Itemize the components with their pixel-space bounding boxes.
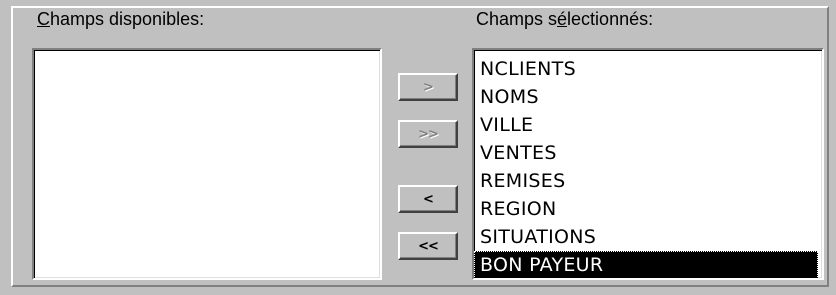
remove-field-button[interactable]: <	[398, 185, 458, 213]
selected-field-item[interactable]: NCLIENTS	[474, 55, 822, 83]
selected-field-item[interactable]: NOMS	[474, 83, 822, 111]
selected-fields-label-mnemonic: é	[557, 9, 568, 29]
selected-field-item[interactable]: SITUATIONS	[474, 223, 822, 251]
selected-fields-label-suffix: lectionnés:	[567, 9, 654, 29]
remove-all-fields-button[interactable]: <<	[398, 232, 458, 260]
selected-field-item-highlighted[interactable]: BON PAYEUR	[474, 251, 818, 278]
selected-field-item[interactable]: VENTES	[474, 139, 822, 167]
selected-fields-label: Champs sélectionnés:	[476, 10, 653, 28]
available-fields-label-mnemonic: C	[37, 9, 50, 29]
add-all-fields-button[interactable]: >>	[398, 120, 458, 148]
available-fields-label: Champs disponibles:	[37, 10, 204, 28]
selected-field-item[interactable]: VILLE	[474, 111, 822, 139]
add-field-button[interactable]: >	[398, 73, 458, 101]
available-fields-label-text: hamps disponibles:	[50, 9, 205, 29]
selected-field-item[interactable]: REGION	[474, 195, 822, 223]
selected-field-item[interactable]: REMISES	[474, 167, 822, 195]
selected-fields-label-prefix: Champs s	[476, 9, 558, 29]
available-fields-listbox[interactable]	[32, 48, 382, 280]
selected-fields-listbox[interactable]: NCLIENTS NOMS VILLE VENTES REMISES REGIO…	[472, 48, 824, 280]
